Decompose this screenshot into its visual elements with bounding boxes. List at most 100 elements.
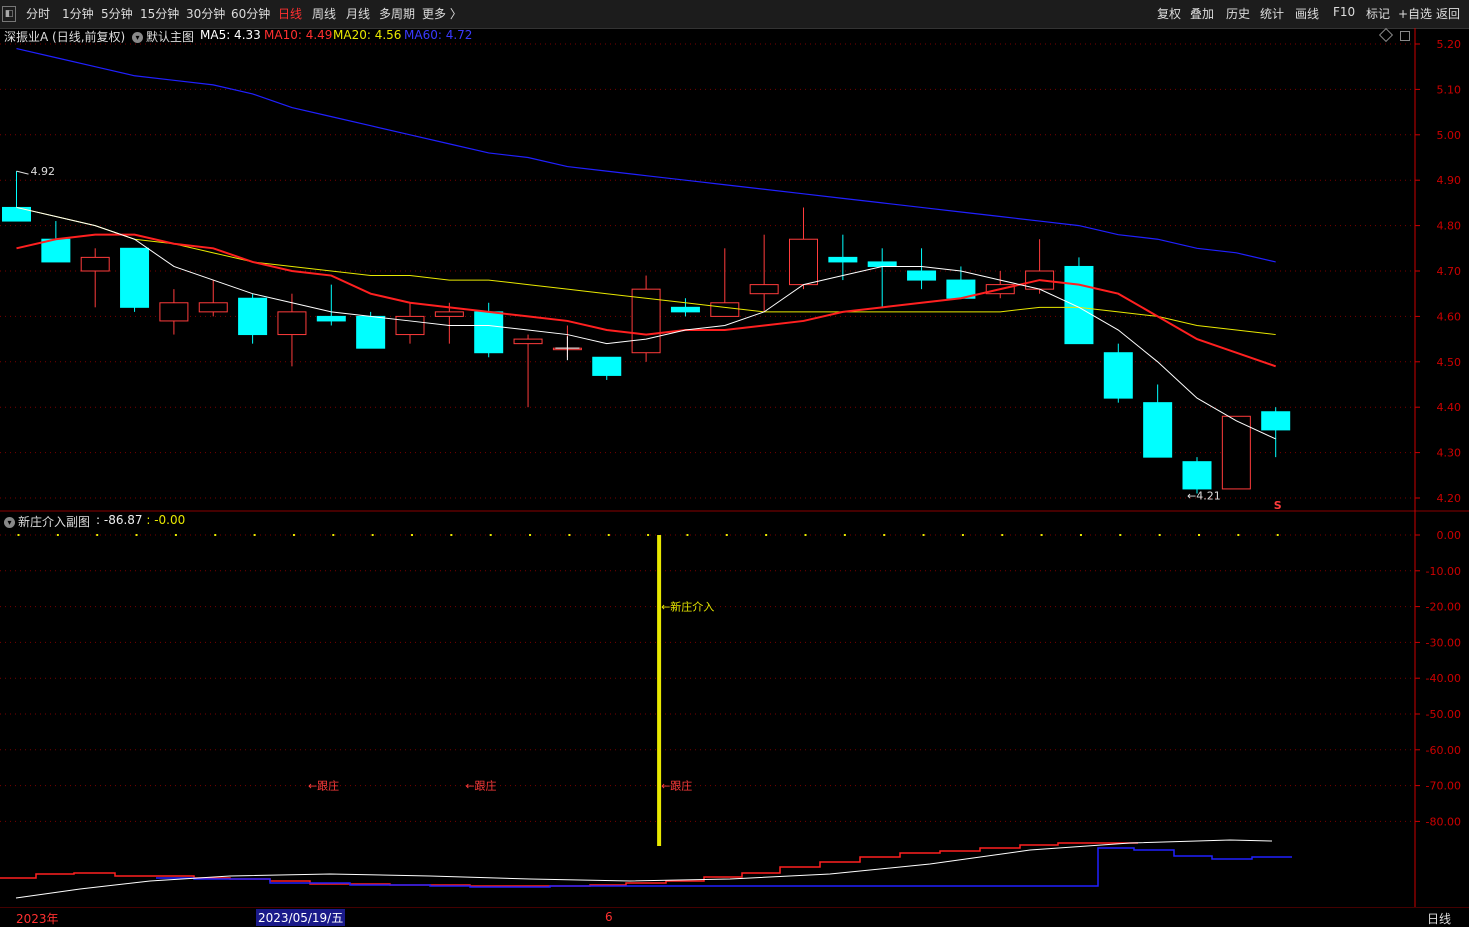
period-label: 日线 xyxy=(1427,912,1452,926)
bottom-step-blue xyxy=(156,847,1292,888)
candle-body xyxy=(1143,402,1173,458)
candle-body xyxy=(80,256,110,272)
candle xyxy=(1025,239,1055,294)
tab-4[interactable]: 30分钟 xyxy=(186,5,225,22)
candle xyxy=(670,298,700,317)
candle-body xyxy=(316,315,346,322)
candle xyxy=(395,302,425,344)
main-tick-label: 5.10 xyxy=(1437,83,1462,96)
window-icon[interactable] xyxy=(1400,31,1410,41)
sub-tick-label: -80.00 xyxy=(1426,815,1461,828)
tool-button-2[interactable]: 历史 xyxy=(1226,5,1250,22)
zero-dot xyxy=(96,534,99,536)
candle xyxy=(1064,257,1094,345)
tool-button-5[interactable]: F10 xyxy=(1333,5,1355,19)
candle xyxy=(238,293,268,344)
tab-1[interactable]: 1分钟 xyxy=(62,5,94,22)
main-tick-label: 4.60 xyxy=(1437,310,1462,323)
tool-button-8[interactable]: 返回 xyxy=(1436,5,1460,22)
tab-5[interactable]: 60分钟 xyxy=(231,5,270,22)
new-dealer-label: ←新庄介入 xyxy=(661,600,714,614)
sub-tick-label: 0.00 xyxy=(1437,529,1462,542)
tab-6[interactable]: 日线 xyxy=(278,5,302,22)
zero-dot xyxy=(883,534,886,536)
sub-chart-selector[interactable]: ▾ 新庄介入副图 xyxy=(4,513,90,530)
sub-chart-title: 新庄介入副图 xyxy=(18,515,91,529)
tool-button-3[interactable]: 统计 xyxy=(1260,5,1284,22)
tool-button-0[interactable]: 复权 xyxy=(1157,5,1181,22)
tab-7[interactable]: 周线 xyxy=(312,5,336,22)
zero-dot xyxy=(568,534,571,536)
stock-title: 深振业A (日线,前复权) xyxy=(4,30,126,44)
template-selector[interactable]: ▾ 默认主图 xyxy=(132,28,194,45)
main-tick-label: 4.20 xyxy=(1437,492,1462,505)
candle xyxy=(907,248,937,290)
candle-body xyxy=(1064,265,1094,345)
candle xyxy=(316,284,346,326)
year-label: 2023年 xyxy=(16,912,59,926)
candle-body xyxy=(120,247,150,308)
sub-value-2: : -0.00 xyxy=(142,513,186,527)
sub-tick-label: -20.00 xyxy=(1426,601,1461,614)
zero-dot xyxy=(332,534,335,536)
candle-body xyxy=(907,270,937,281)
zero-dot xyxy=(292,534,295,536)
time-axis: 2023年 2023/05/19/五 6 日线 xyxy=(0,907,1469,926)
sub-tick-label: -50.00 xyxy=(1426,708,1461,721)
candle xyxy=(1103,343,1133,403)
follow-label: ←跟庄 xyxy=(661,779,692,793)
zero-dot xyxy=(804,534,807,536)
zero-dot xyxy=(1237,534,1240,536)
tab-10[interactable]: 更多 〉 xyxy=(422,5,462,22)
bottom-trend-white xyxy=(15,839,1273,899)
zero-dot xyxy=(843,534,846,536)
candle xyxy=(1261,407,1291,458)
candle xyxy=(592,356,622,380)
tab-0[interactable]: 分时 xyxy=(26,5,50,22)
candle xyxy=(789,207,818,290)
tab-3[interactable]: 15分钟 xyxy=(140,5,179,22)
panel-toggle-icon[interactable]: ◧ xyxy=(2,6,16,22)
tool-button-1[interactable]: 叠加 xyxy=(1190,5,1214,22)
chevron-down-icon: ▾ xyxy=(132,32,143,43)
zero-dot xyxy=(1079,534,1082,536)
zero-dot xyxy=(253,534,256,536)
tool-button-7[interactable]: +自选 xyxy=(1398,5,1432,22)
main-tick-label: 4.40 xyxy=(1437,401,1462,414)
zero-dot xyxy=(489,534,492,536)
zero-dot xyxy=(450,534,453,536)
ma60-line xyxy=(16,47,1276,263)
zero-dot xyxy=(1119,534,1122,536)
candle xyxy=(631,275,661,362)
candle xyxy=(198,280,228,317)
chevron-down-icon: ▾ xyxy=(4,517,15,528)
candle-body xyxy=(828,256,858,263)
zero-dot xyxy=(922,534,925,536)
tab-8[interactable]: 月线 xyxy=(346,5,370,22)
high-pointer xyxy=(16,170,29,175)
tool-button-6[interactable]: 标记 xyxy=(1366,5,1390,22)
tab-9[interactable]: 多周期 xyxy=(379,5,415,22)
candle xyxy=(985,271,1015,299)
zero-dot xyxy=(725,534,728,536)
sub-chart-values: : -86.87 : -0.00 xyxy=(96,513,185,527)
zero-dot xyxy=(411,534,413,536)
candle-body xyxy=(395,315,425,336)
candle-body xyxy=(867,261,897,267)
candle xyxy=(867,248,897,308)
candle-body xyxy=(1182,461,1212,490)
ma60-label: MA60: 4.72 xyxy=(404,28,473,42)
high-label: 4.92 xyxy=(31,165,56,178)
tool-button-4[interactable]: 画线 xyxy=(1295,5,1319,22)
candle-body xyxy=(513,338,543,345)
candle xyxy=(120,247,150,312)
zero-dot xyxy=(647,534,650,536)
candle xyxy=(1182,457,1212,494)
tab-2[interactable]: 5分钟 xyxy=(101,5,133,22)
candle-body xyxy=(356,315,386,349)
zero-dot xyxy=(1001,534,1004,536)
follow-label: ←跟庄 xyxy=(465,779,496,793)
ma10-label: MA10: 4.49 xyxy=(264,28,333,42)
sub-value-1: : -86.87 xyxy=(96,513,143,527)
main-tick-label: 4.90 xyxy=(1437,174,1462,187)
